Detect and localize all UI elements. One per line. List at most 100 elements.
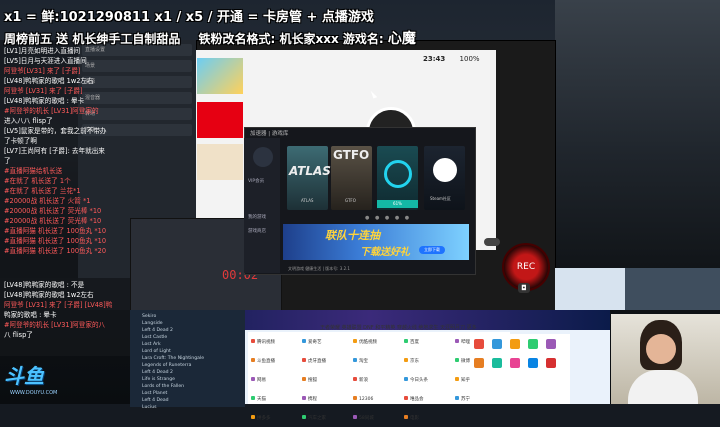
game-card-steam[interactable]: Steam社区 [424,146,465,210]
chat-message: #20000战 机长送了 火箭 *1 [4,197,91,205]
sub-banner-a: 周榜前五 送 机长绅手工自制甜品 [4,32,181,46]
camera-icon[interactable]: ◘ [518,283,530,293]
game-tile[interactable] [197,102,243,138]
site-link[interactable]: 携程 [299,396,350,405]
site-link[interactable]: 腾讯视频 [248,339,299,348]
site-icon [353,358,357,362]
site-icon [404,377,408,381]
carousel-dots[interactable]: ● ● ● ● ● [365,215,411,221]
site-icon [353,377,357,381]
site-icon [251,415,255,419]
site-icon [455,377,459,381]
chat-message: #直播阿猫 机长送了 100鱼丸 *20 [4,247,107,255]
site-link[interactable]: 虎牙直播 [299,358,350,367]
site-link[interactable]: 网易 [248,377,299,386]
site-icon [404,415,408,419]
library-item[interactable]: Lords of the Fallen [130,383,245,390]
library-item[interactable]: Life is Strange [130,376,245,383]
site-link[interactable]: 天猫 [248,396,299,405]
app-icon[interactable] [510,358,520,368]
switch-time: 23:43 [423,55,446,63]
site-link[interactable]: 斗鱼直播 [248,358,299,367]
site-label: 新浪 [359,377,368,383]
site-label: 58同城 [359,415,374,421]
chat-message: #20000战 机长送了 荧光棒 *10 [4,207,102,215]
accelerator-icon [383,160,412,188]
site-link[interactable]: 拼多多 [248,415,299,424]
site-icon [404,358,408,362]
site-label: 虎牙直播 [308,358,326,364]
site-link[interactable]: 搜狐 [299,377,350,386]
site-link[interactable]: 京东 [401,358,452,367]
library-item[interactable]: Lost Castle [130,334,245,341]
library-item[interactable]: Left 4 Dead 2 [130,327,245,334]
site-link[interactable]: 淘宝 [350,358,401,367]
site-label: 天猫 [257,396,266,402]
library-item[interactable]: Lara Croft: The Nightingale [130,355,245,362]
side-window [555,268,625,310]
site-link[interactable]: 58同城 [350,415,401,424]
download-button[interactable]: 立即下载 [419,246,445,254]
app-icon[interactable] [528,339,538,349]
site-label: 斗鱼直播 [257,358,275,364]
site-label: 今日头条 [410,377,428,383]
app-icon[interactable] [474,358,484,368]
app-icon[interactable] [546,339,556,349]
library-item[interactable]: Sekiro [130,313,245,320]
app-icon[interactable] [492,358,502,368]
site-label: 腾讯视频 [257,339,275,345]
app-icon[interactable] [546,358,556,368]
site-label: 知乎 [461,377,470,383]
library-item[interactable]: Left 4 Dead 2 [130,369,245,376]
site-link[interactable]: 今日头条 [401,377,452,386]
site-link[interactable]: 新浪 [350,377,401,386]
library-item[interactable]: Langside [130,320,245,327]
site-link[interactable]: 汽车之家 [299,415,350,424]
accelerate-progress: 61% [377,200,418,208]
site-link[interactable]: 百度 [401,339,452,348]
app-icon[interactable] [474,339,484,349]
chat-message: #阿登爷的机长 [LV31]阿登家的八 [4,321,106,329]
chat-message: [LV48]鸭鸭家的歌唱 : 不是 [4,281,85,289]
switch-status-bar: 23:43 100% [423,55,480,63]
site-label: 苏宁 [461,396,470,402]
site-label: 唯品会 [410,396,424,402]
game-tile[interactable] [197,144,243,180]
site-link[interactable]: 优酷视频 [350,339,401,348]
site-icon [353,339,357,343]
library-item[interactable]: Lost Ark [130,341,245,348]
app-icon[interactable] [528,358,538,368]
library-item[interactable]: Lucius [130,404,245,411]
avatar[interactable] [253,147,273,167]
library-item[interactable]: Left 4 Dead [130,397,245,404]
game-card-atlas[interactable]: ATLAS ATLAS [287,146,331,210]
site-link[interactable]: 爱奇艺 [299,339,350,348]
library-item[interactable]: Legends of Runeterra [130,362,245,369]
library-item[interactable]: Lord of Light [130,348,245,355]
site-label: 京东 [410,358,419,364]
site-icon [302,339,306,343]
sidebar-item-store[interactable]: 游戏商店 [244,228,280,234]
douyu-logo: 斗鱼 [4,364,44,388]
game-tile[interactable] [197,58,243,94]
switch-battery: 100% [459,55,480,63]
library-item[interactable]: Lost Planet [130,390,245,397]
chat-message: 阿登爷 [LV31] 来了 [子爵] [4,87,83,95]
app-icon[interactable] [492,339,502,349]
toggle-switch[interactable] [484,238,500,246]
launcher-user-label: VIP会员 [248,179,265,184]
app-icon[interactable] [510,339,520,349]
chat-message: 鸭家的歌唱 : 晕卡 [4,311,57,319]
site-link[interactable]: 12306 [350,396,401,405]
site-label: 搜狐 [308,377,317,383]
site-link[interactable]: 唯品会 [401,396,452,405]
sub-banner: 周榜前五 送 机长绅手工自制甜品 铁粉改名格式: 机长家xxx 游戏名: 心魔 [4,28,416,48]
chat-panel-lower: [LV48]鸭鸭家的歌唱 : 不是 [LV48]鸭鸭家的歌唱 1w2左右 阿登爷 [… [0,278,130,356]
sidebar-item-my-games[interactable]: 我的游戏 [244,214,280,220]
launcher-footer: 文明游戏 健康生活 | 版本号: 3.2.1 [288,266,350,271]
site-icon [302,377,306,381]
site-link[interactable]: 电影 [401,415,452,424]
browser-nav[interactable]: 王者荣耀 英雄联盟 DNF 和平精英 穿越火线 绝地求生 天涯明月刀 更多 [320,324,477,331]
game-card-gtfo[interactable]: GTFO GTFO [331,146,372,210]
chat-message: #直播阿猫 机长送了 100鱼丸 *10 [4,237,107,245]
